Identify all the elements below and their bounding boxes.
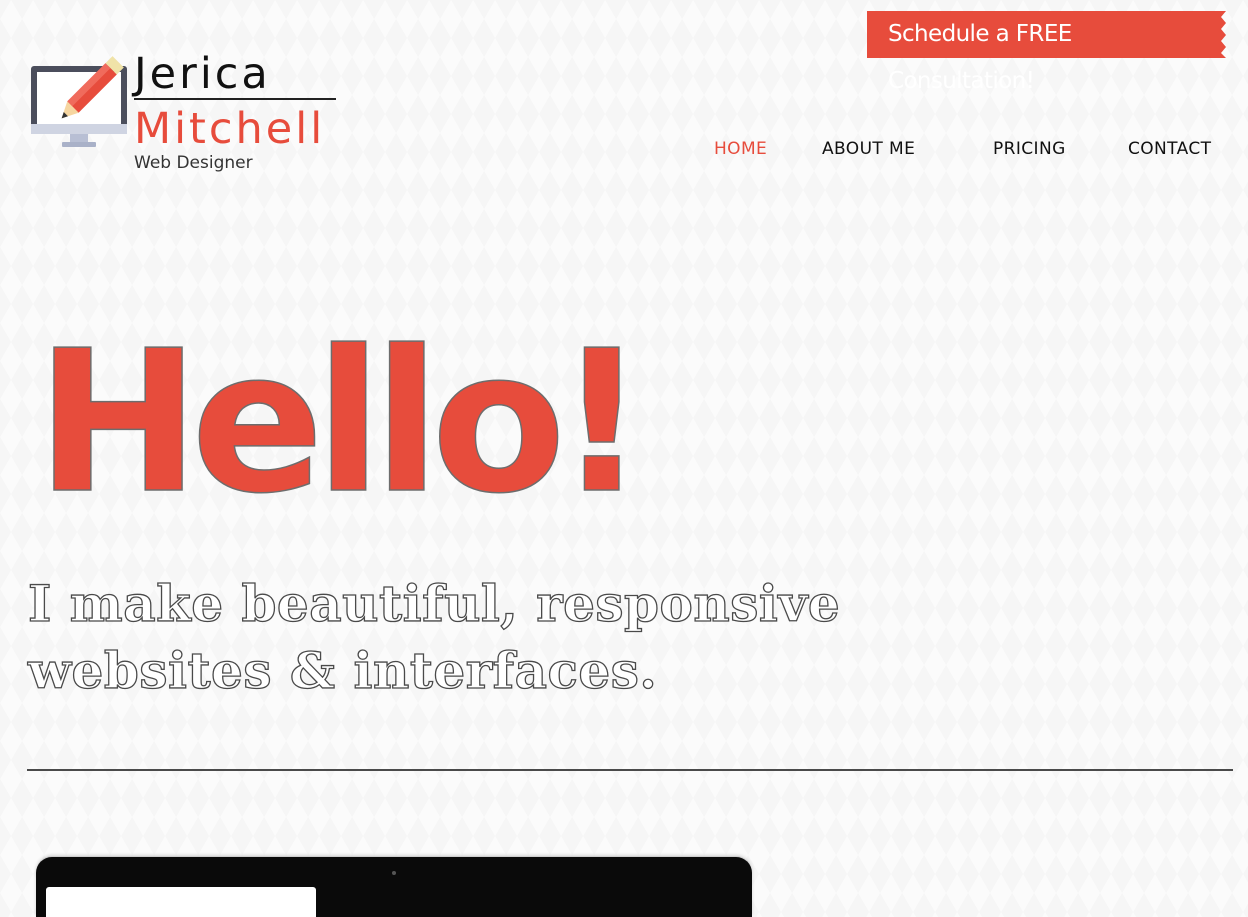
device-mockup-image xyxy=(36,857,752,917)
nav-about-me[interactable]: ABOUT ME xyxy=(822,138,915,160)
hero-subtitle: I make beautiful, responsive websites & … xyxy=(27,573,841,700)
logo-tagline: Web Designer xyxy=(134,153,253,173)
nav-pricing[interactable]: PRICING xyxy=(993,138,1066,160)
nav-contact[interactable]: CONTACT xyxy=(1128,138,1211,160)
device-screen xyxy=(46,887,316,917)
logo-first-name: Jerica xyxy=(134,49,271,99)
section-divider xyxy=(27,769,1233,771)
site-logo[interactable]: Jerica Mitchell Web Designer xyxy=(30,50,350,180)
logo-last-name: Mitchell xyxy=(134,104,326,154)
hero-title: Hello! xyxy=(35,309,647,537)
ribbon-edge-decoration xyxy=(1218,11,1226,58)
camera-dot xyxy=(392,871,396,875)
schedule-consultation-button[interactable]: Schedule a FREE Consultation! xyxy=(867,11,1221,94)
logo-divider xyxy=(134,98,336,100)
monitor-pencil-icon xyxy=(31,56,127,147)
nav-home[interactable]: HOME xyxy=(714,138,767,160)
